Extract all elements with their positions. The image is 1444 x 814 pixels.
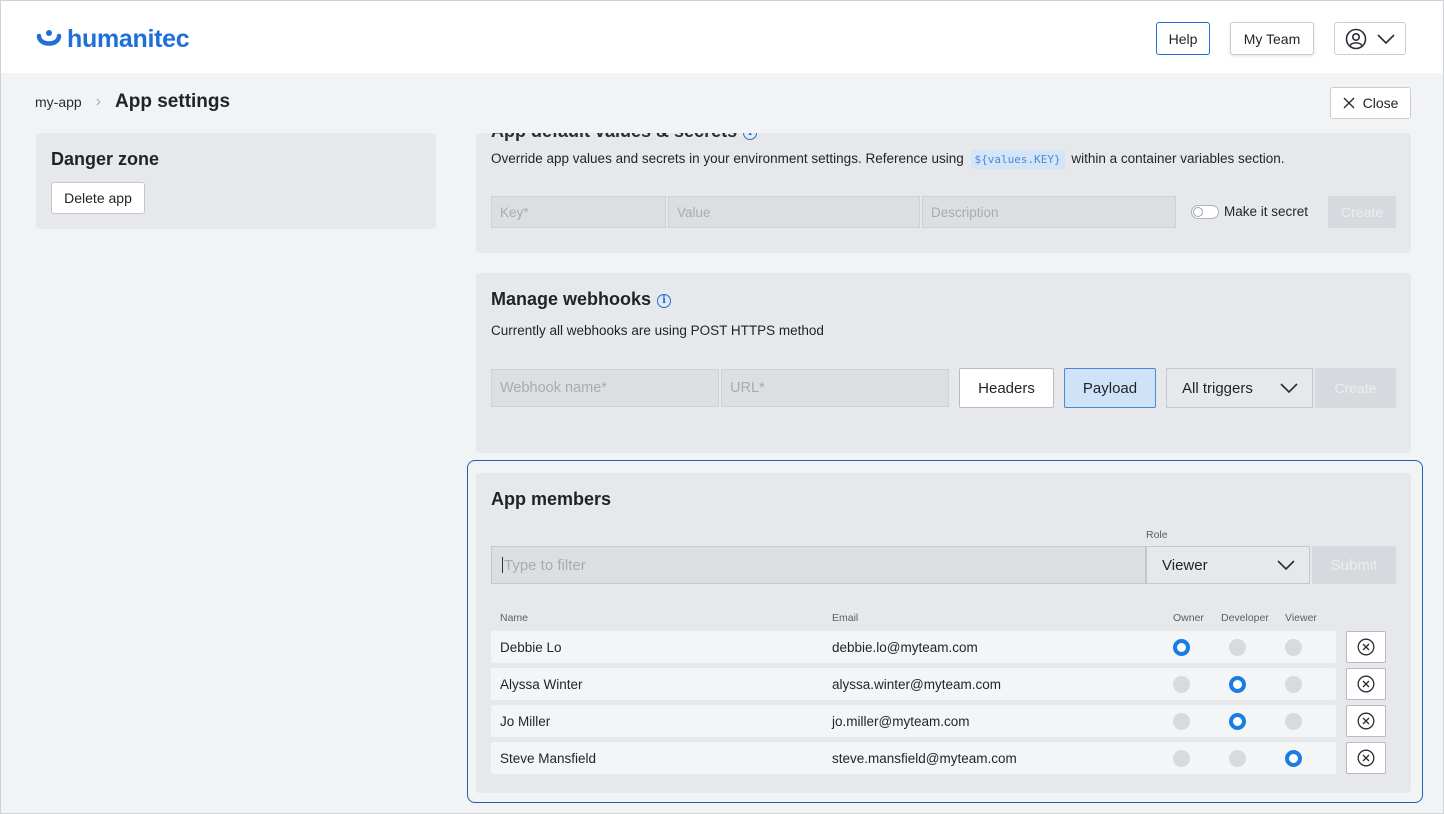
app-window: humanitec Help My Team my-app › App sett… (0, 0, 1444, 814)
secret-toggle[interactable] (1191, 205, 1219, 219)
webhooks-description: Currently all webhooks are using POST HT… (491, 323, 824, 338)
webhooks-card: Manage webhooks i Currently all webhooks … (476, 273, 1411, 453)
team-switcher-button[interactable]: My Team (1230, 22, 1314, 55)
humanitec-logo[interactable]: humanitec (35, 25, 190, 54)
webhook-url-input[interactable]: URL* (721, 369, 949, 407)
delete-app-button[interactable]: Delete app (51, 182, 145, 214)
webhooks-title: Manage webhooks i (491, 289, 672, 310)
logo-text: humanitec (67, 25, 190, 53)
info-icon[interactable]: i (657, 294, 672, 308)
top-bar: humanitec Help My Team (1, 1, 1443, 73)
create-value-button[interactable]: Create (1328, 196, 1396, 228)
close-label: Close (1362, 95, 1399, 111)
danger-zone-title: Danger zone (51, 149, 160, 169)
logo-mark-icon (36, 29, 62, 46)
chevron-right-icon: › (95, 93, 102, 110)
headers-button[interactable]: Headers (959, 368, 1054, 408)
page-title: App settings (115, 91, 231, 112)
value-description-input[interactable]: Description (922, 196, 1176, 228)
danger-zone-panel: Danger zone Delete app (36, 133, 436, 229)
breadcrumb-app-link[interactable]: my-app (35, 94, 82, 110)
user-menu-button[interactable] (1334, 22, 1406, 55)
value-key-input[interactable]: Key* (491, 196, 666, 228)
triggers-select-value: All triggers (1182, 379, 1253, 397)
value-value-input[interactable]: Value (668, 196, 920, 228)
values-description: Override app values and secrets in your … (491, 150, 1285, 169)
payload-button[interactable]: Payload (1064, 368, 1156, 408)
values-section-title: App default values & secretsi (491, 133, 758, 142)
close-icon (1343, 97, 1355, 109)
user-avatar-icon (1345, 28, 1367, 49)
webhook-name-input[interactable]: Webhook name* (491, 369, 719, 407)
info-icon[interactable]: i (743, 133, 758, 140)
members-focus-outline (467, 460, 1423, 803)
help-button[interactable]: Help (1156, 22, 1210, 55)
chevron-down-icon (1280, 383, 1298, 393)
triggers-select[interactable]: All triggers (1166, 368, 1313, 408)
values-code-snippet: ${values.KEY} (970, 150, 1065, 169)
values-secrets-card: App default values & secretsi Override a… (476, 133, 1411, 253)
secret-toggle-label: Make it secret (1224, 204, 1309, 219)
breadcrumb: my-app › App settings (35, 91, 230, 113)
chevron-down-icon (1377, 33, 1395, 44)
create-webhook-button[interactable]: Create (1315, 368, 1396, 408)
close-button[interactable]: Close (1330, 87, 1411, 119)
